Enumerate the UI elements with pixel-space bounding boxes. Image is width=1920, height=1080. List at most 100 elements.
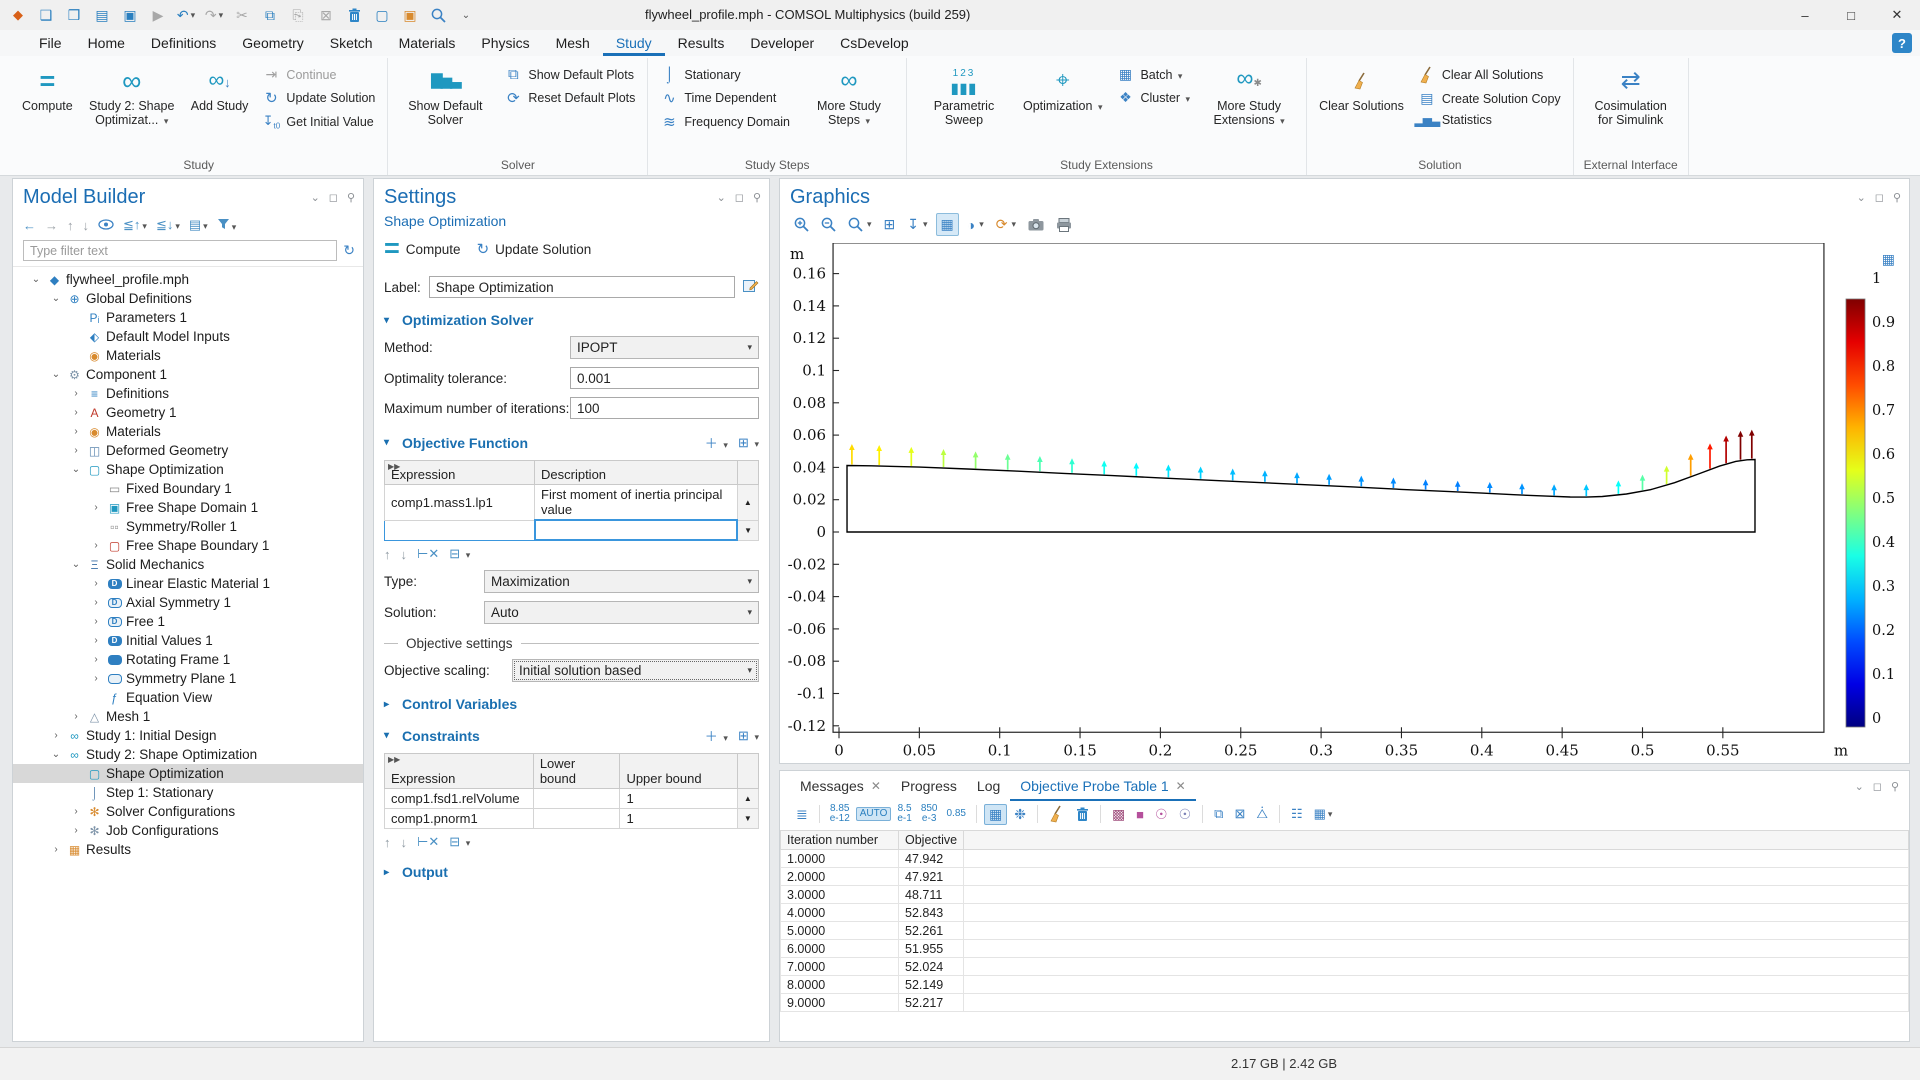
table-cell[interactable] bbox=[533, 809, 620, 829]
tree-item-results[interactable]: ›▦Results bbox=[13, 840, 363, 859]
menu-item-geometry[interactable]: Geometry bbox=[229, 30, 316, 56]
tree-item-default-model-inputs[interactable]: ⬖Default Model Inputs bbox=[13, 327, 363, 346]
tree-item-shape-optimization[interactable]: ▢Shape Optimization bbox=[13, 764, 363, 783]
column-header[interactable]: Description bbox=[535, 461, 738, 485]
move-up-icon[interactable]: ↑ bbox=[67, 218, 74, 233]
decimal-notation-icon[interactable]: 0.85 bbox=[944, 808, 969, 820]
move-up-icon[interactable]: ↑ bbox=[384, 835, 391, 850]
tree-item-parameters-1[interactable]: PᵢParameters 1 bbox=[13, 308, 363, 327]
table-edit-icon[interactable]: ⊞ ▾ bbox=[738, 435, 759, 451]
ribbon-button-create-solution-copy[interactable]: ▤Create Solution Copy bbox=[1414, 89, 1565, 108]
menu-item-results[interactable]: Results bbox=[665, 30, 738, 56]
table-edit-icon[interactable]: ⊞ ▾ bbox=[738, 728, 759, 744]
minimize-button[interactable]: – bbox=[1782, 0, 1828, 30]
float-panel-icon[interactable]: ◻ bbox=[1875, 191, 1884, 204]
ribbon-button-study-2-shape-optimizat-[interactable]: ∞Study 2: Shape Optimizat... ▾ bbox=[80, 58, 184, 157]
compact-notation-icon[interactable]: 850e-3 bbox=[918, 803, 941, 825]
label-field-input[interactable] bbox=[429, 276, 735, 298]
table-row[interactable]: 5.000052.261 bbox=[781, 922, 1909, 940]
type-select[interactable]: Maximization▾ bbox=[484, 570, 759, 593]
maximize-button[interactable]: □ bbox=[1828, 0, 1874, 30]
cut-icon[interactable]: ✂ bbox=[230, 4, 254, 26]
duplicate-icon[interactable]: ⊠ bbox=[314, 4, 338, 26]
table-row[interactable]: 1.000047.942 bbox=[781, 850, 1909, 868]
menu-item-definitions[interactable]: Definitions bbox=[138, 30, 229, 56]
snapshot-icon[interactable] bbox=[1024, 216, 1048, 233]
node-label-icon[interactable]: ▤▾ bbox=[189, 217, 208, 233]
new-file-icon[interactable]: ❑ bbox=[34, 4, 58, 26]
ribbon-button-frequency-domain[interactable]: ≋Frequency Domain bbox=[656, 112, 794, 132]
table-row[interactable]: 4.000052.843 bbox=[781, 904, 1909, 922]
pin-panel-icon[interactable]: ⚲ bbox=[347, 191, 355, 204]
print-icon[interactable] bbox=[1052, 216, 1076, 234]
zoom-extents-icon[interactable]: ⊞ bbox=[880, 214, 900, 235]
tree-chevron[interactable]: › bbox=[67, 806, 85, 817]
ribbon-button-more-study-steps[interactable]: ∞More Study Steps ▾ bbox=[797, 58, 901, 157]
tree-item-free-shape-domain-1[interactable]: ›▣Free Shape Domain 1 bbox=[13, 498, 363, 517]
tab-log[interactable]: Log bbox=[967, 771, 1010, 801]
column-header[interactable]: ▶▶Expression bbox=[385, 461, 535, 485]
tree-item-rotating-frame-1[interactable]: ›Rotating Frame 1 bbox=[13, 650, 363, 669]
section-header-control-variables[interactable]: ▸ Control Variables bbox=[384, 696, 759, 712]
ribbon-button-stationary[interactable]: ⌡Stationary bbox=[656, 65, 794, 84]
plot-settings-icon[interactable]: ▦ bbox=[1882, 251, 1895, 268]
float-panel-icon[interactable]: ◻ bbox=[329, 191, 338, 204]
table-row[interactable]: 8.000052.149 bbox=[781, 976, 1909, 994]
table-row[interactable]: comp1.pnorm11▼ bbox=[385, 809, 759, 829]
tree-chevron[interactable]: › bbox=[67, 407, 85, 418]
table-scrollbar[interactable]: ▼ bbox=[737, 809, 758, 829]
ribbon-button-compute[interactable]: =Compute bbox=[15, 58, 80, 157]
back-icon[interactable]: ← bbox=[23, 218, 36, 233]
tree-chevron[interactable]: › bbox=[87, 578, 105, 589]
load-table-icon[interactable]: ⊟ ▾ bbox=[449, 834, 470, 850]
tree-item-step-1-stationary[interactable]: ⌡Step 1: Stationary bbox=[13, 783, 363, 802]
zoom-box-icon[interactable]: ▾ bbox=[844, 215, 876, 234]
load-table-icon[interactable]: ⊟ ▾ bbox=[449, 546, 470, 562]
tree-item-symmetry-roller-1[interactable]: ▫▫Symmetry/Roller 1 bbox=[13, 517, 363, 536]
table-cell[interactable] bbox=[533, 789, 620, 809]
menu-item-study[interactable]: Study bbox=[603, 30, 665, 56]
move-down-icon[interactable]: ↓ bbox=[401, 835, 408, 850]
float-panel-icon[interactable]: ◻ bbox=[1873, 780, 1882, 793]
app-icon[interactable]: ◆ bbox=[6, 4, 30, 26]
transparency-icon[interactable]: ◑▾ bbox=[963, 215, 988, 235]
paste-icon[interactable]: ⎘ bbox=[286, 4, 310, 26]
tree-item-free-1[interactable]: ›DFree 1 bbox=[13, 612, 363, 631]
table-row[interactable]: 3.000048.711 bbox=[781, 886, 1909, 904]
show-icon[interactable] bbox=[98, 218, 114, 233]
tree-chevron[interactable]: › bbox=[47, 730, 65, 741]
tree-item-study-1-initial-design[interactable]: ›∞Study 1: Initial Design bbox=[13, 726, 363, 745]
tree-chevron[interactable]: › bbox=[87, 635, 105, 646]
filter-icon[interactable]: ▾ bbox=[217, 218, 237, 233]
export-table-icon[interactable]: ⧊ bbox=[1252, 805, 1272, 823]
pin-panel-icon[interactable]: ⚲ bbox=[1893, 191, 1901, 204]
table-options-icon[interactable]: ▦▾ bbox=[1310, 805, 1337, 823]
surface-plot-icon[interactable]: ■ bbox=[1132, 806, 1148, 823]
select-box-icon[interactable]: ▢ bbox=[370, 4, 394, 26]
tree-chevron[interactable]: › bbox=[87, 654, 105, 665]
table-scrollbar[interactable]: ▲ bbox=[737, 485, 758, 521]
settings-action-compute[interactable]: =Compute bbox=[384, 238, 461, 260]
tree-chevron[interactable]: ⌄ bbox=[47, 293, 65, 304]
tree-chevron[interactable]: ⌄ bbox=[27, 274, 45, 285]
column-header[interactable]: Upper bound bbox=[620, 754, 737, 789]
table-cell[interactable]: 1 bbox=[620, 809, 737, 829]
copy-icon[interactable]: ⧉ bbox=[258, 4, 282, 26]
ribbon-button-cosimulation-for-simulink[interactable]: ⇄Cosimulation for Simulink bbox=[1579, 58, 1683, 157]
tree-item-materials[interactable]: ›◉Materials bbox=[13, 422, 363, 441]
tree-item-free-shape-boundary-1[interactable]: ›▢Free Shape Boundary 1 bbox=[13, 536, 363, 555]
tree-item-global-definitions[interactable]: ⌄⊕Global Definitions bbox=[13, 289, 363, 308]
ribbon-button-get-initial-value[interactable]: ↧t0Get Initial Value bbox=[258, 112, 379, 132]
report-icon[interactable]: ☷ bbox=[1287, 805, 1307, 823]
tree-item-flywheel-profile-mph[interactable]: ⌄◆flywheel_profile.mph bbox=[13, 270, 363, 289]
forward-icon[interactable]: → bbox=[45, 218, 58, 233]
close-tab-icon[interactable]: ✕ bbox=[1176, 779, 1186, 793]
tree-item-deformed-geometry[interactable]: ›◫Deformed Geometry bbox=[13, 441, 363, 460]
ribbon-button-batch[interactable]: ▦Batch ▾ bbox=[1112, 65, 1194, 84]
table-row[interactable]: 7.000052.024 bbox=[781, 958, 1909, 976]
ribbon-button-reset-default-plots[interactable]: ⟳Reset Default Plots bbox=[500, 88, 639, 108]
tree-item-geometry-1[interactable]: ›AGeometry 1 bbox=[13, 403, 363, 422]
collapse-panel-icon[interactable]: ⌄ bbox=[1855, 780, 1864, 793]
table-cell[interactable] bbox=[535, 520, 738, 540]
tab-messages[interactable]: Messages✕ bbox=[790, 771, 891, 801]
